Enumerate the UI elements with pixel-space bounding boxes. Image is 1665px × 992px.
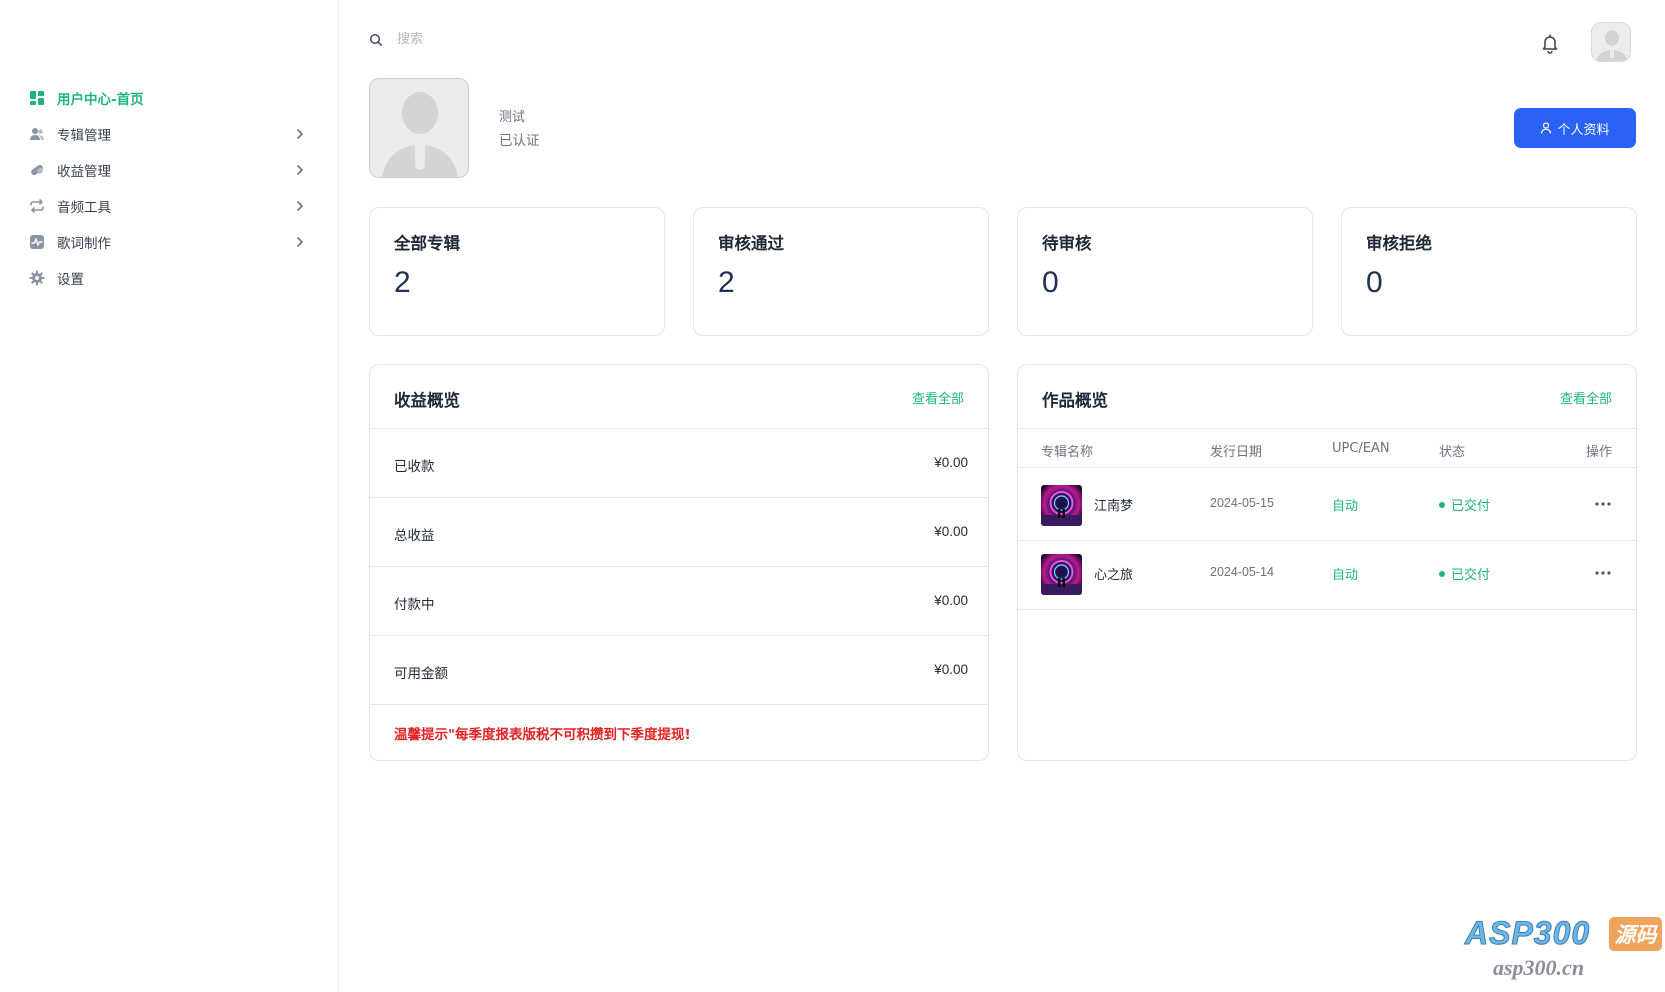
income-overview-panel: 收益概览 查看全部 已收款 ¥0.00 总收益 ¥0.00 付款中 ¥0.00 …: [369, 364, 989, 761]
view-all-income-link[interactable]: 查看全部: [912, 388, 964, 407]
column-header-album-name: 专辑名称: [1041, 445, 1094, 460]
sidebar-item-lyrics[interactable]: 歌词制作: [0, 224, 339, 260]
users-icon: [29, 126, 45, 142]
search-input[interactable]: [397, 32, 617, 47]
sidebar-item-label: 专辑管理: [57, 128, 111, 144]
gear-icon: [29, 270, 45, 286]
stat-label: 审核拒绝: [1366, 234, 1432, 253]
profile-avatar: [369, 78, 469, 178]
column-header-status: 状态: [1439, 445, 1466, 460]
release-date: 2024-05-14: [1210, 565, 1274, 579]
works-overview-panel: 作品概览 查看全部 专辑名称 发行日期 UPC/EAN 状态 操作 江南梦 20…: [1017, 364, 1637, 761]
activity-chart-icon: [29, 234, 45, 250]
profile-verified-status: 已认证: [499, 133, 540, 149]
stat-label: 待审核: [1042, 234, 1092, 253]
album-name[interactable]: 江南梦: [1094, 495, 1133, 514]
sidebar-item-label: 设置: [57, 272, 84, 288]
sidebar-item-label: 歌词制作: [57, 236, 111, 252]
sidebar-item-label: 收益管理: [57, 164, 111, 180]
stat-value: 0: [1366, 266, 1383, 299]
stat-card-approved: 审核通过 2: [693, 207, 989, 336]
stat-card-all-albums: 全部专辑 2: [369, 207, 665, 336]
stat-card-rejected: 审核拒绝 0: [1341, 207, 1637, 336]
stat-label: 全部专辑: [394, 234, 460, 253]
sidebar-nav: 用户中心-首页 专辑管理 收益管理 音频工具 歌词制作 设置: [0, 80, 339, 296]
repeat-arrows-icon: [29, 198, 45, 214]
album-cover-image: [1041, 554, 1082, 595]
table-row[interactable]: 江南梦 2024-05-15 自动 已交付: [1018, 468, 1636, 541]
album-cover-image: [1041, 485, 1082, 526]
sidebar-item-home[interactable]: 用户中心-首页: [0, 80, 339, 116]
profile-button-label: 个人资料: [1557, 122, 1610, 138]
user-avatar[interactable]: [1591, 22, 1631, 62]
release-date: 2024-05-15: [1210, 496, 1274, 510]
upc-value: 自动: [1332, 499, 1359, 514]
chevron-right-icon: [297, 129, 303, 139]
column-header-release-date: 发行日期: [1210, 445, 1263, 460]
sidebar: 用户中心-首页 专辑管理 收益管理 音频工具 歌词制作 设置: [0, 0, 339, 992]
income-label: 已收款: [394, 459, 435, 475]
income-row: 付款中 ¥0.00: [370, 567, 988, 636]
stat-value: 2: [718, 266, 735, 299]
column-header-actions: 操作: [1585, 445, 1612, 460]
chevron-right-icon: [297, 237, 303, 247]
sidebar-item-label: 音频工具: [57, 200, 111, 216]
panel-title: 收益概览: [394, 391, 460, 410]
user-icon: [1541, 122, 1552, 134]
panel-title: 作品概览: [1042, 391, 1108, 410]
income-row: 总收益 ¥0.00: [370, 498, 988, 567]
income-label: 可用金额: [394, 666, 448, 682]
status-badge: 已交付: [1439, 564, 1490, 583]
stat-value: 2: [394, 266, 411, 299]
status-dot-icon: [1439, 501, 1445, 508]
income-value: ¥0.00: [934, 524, 968, 539]
search-bar: [369, 32, 617, 47]
panel-header: 作品概览 查看全部: [1018, 365, 1636, 429]
table-row[interactable]: 心之旅 2024-05-14 自动 已交付: [1018, 537, 1636, 610]
sidebar-item-label: 用户中心-首页: [57, 92, 144, 108]
status-text: 已交付: [1451, 568, 1491, 583]
status-text: 已交付: [1451, 499, 1491, 514]
stat-label: 审核通过: [718, 234, 784, 253]
more-options-icon[interactable]: [1594, 565, 1612, 581]
dashboard-grid-icon: [29, 90, 45, 106]
chevron-right-icon: [297, 201, 303, 211]
income-label: 总收益: [394, 528, 435, 544]
profile-name: 测试: [499, 110, 526, 125]
sidebar-item-audio-tools[interactable]: 音频工具: [0, 188, 339, 224]
income-value: ¥0.00: [934, 455, 968, 470]
sidebar-item-albums[interactable]: 专辑管理: [0, 116, 339, 152]
income-value: ¥0.00: [934, 662, 968, 677]
view-all-works-link[interactable]: 查看全部: [1560, 388, 1612, 407]
status-dot-icon: [1439, 570, 1445, 577]
stat-value: 0: [1042, 266, 1059, 299]
notification-bell-icon[interactable]: [1539, 32, 1561, 54]
status-badge: 已交付: [1439, 495, 1490, 514]
watermark-url: asp300.cn: [1493, 955, 1585, 980]
income-warning-tip: 温馨提示"每季度报表版税不可积攒到下季度提现!: [394, 727, 691, 743]
watermark-logo: ASP300 源码 asp300.cn: [1464, 915, 1662, 987]
income-row: 已收款 ¥0.00: [370, 429, 988, 498]
profile-button[interactable]: 个人资料: [1514, 108, 1636, 148]
income-label: 付款中: [394, 597, 435, 613]
watermark-badge: 源码: [1609, 917, 1662, 951]
upc-value: 自动: [1332, 568, 1359, 583]
watermark-main-text: ASP300: [1464, 915, 1591, 952]
stat-card-pending: 待审核 0: [1017, 207, 1313, 336]
album-name[interactable]: 心之旅: [1094, 564, 1133, 583]
income-row: 可用金额 ¥0.00: [370, 636, 988, 705]
more-options-icon[interactable]: [1594, 496, 1612, 512]
income-value: ¥0.00: [934, 593, 968, 608]
search-icon: [369, 33, 382, 46]
works-table-header: 专辑名称 发行日期 UPC/EAN 状态 操作: [1018, 429, 1636, 468]
panel-header: 收益概览 查看全部: [370, 365, 988, 429]
sidebar-item-settings[interactable]: 设置: [0, 260, 339, 296]
sidebar-item-income[interactable]: 收益管理: [0, 152, 339, 188]
chevron-right-icon: [297, 165, 303, 175]
column-header-upc: UPC/EAN: [1332, 441, 1390, 456]
pills-icon: [29, 162, 45, 178]
